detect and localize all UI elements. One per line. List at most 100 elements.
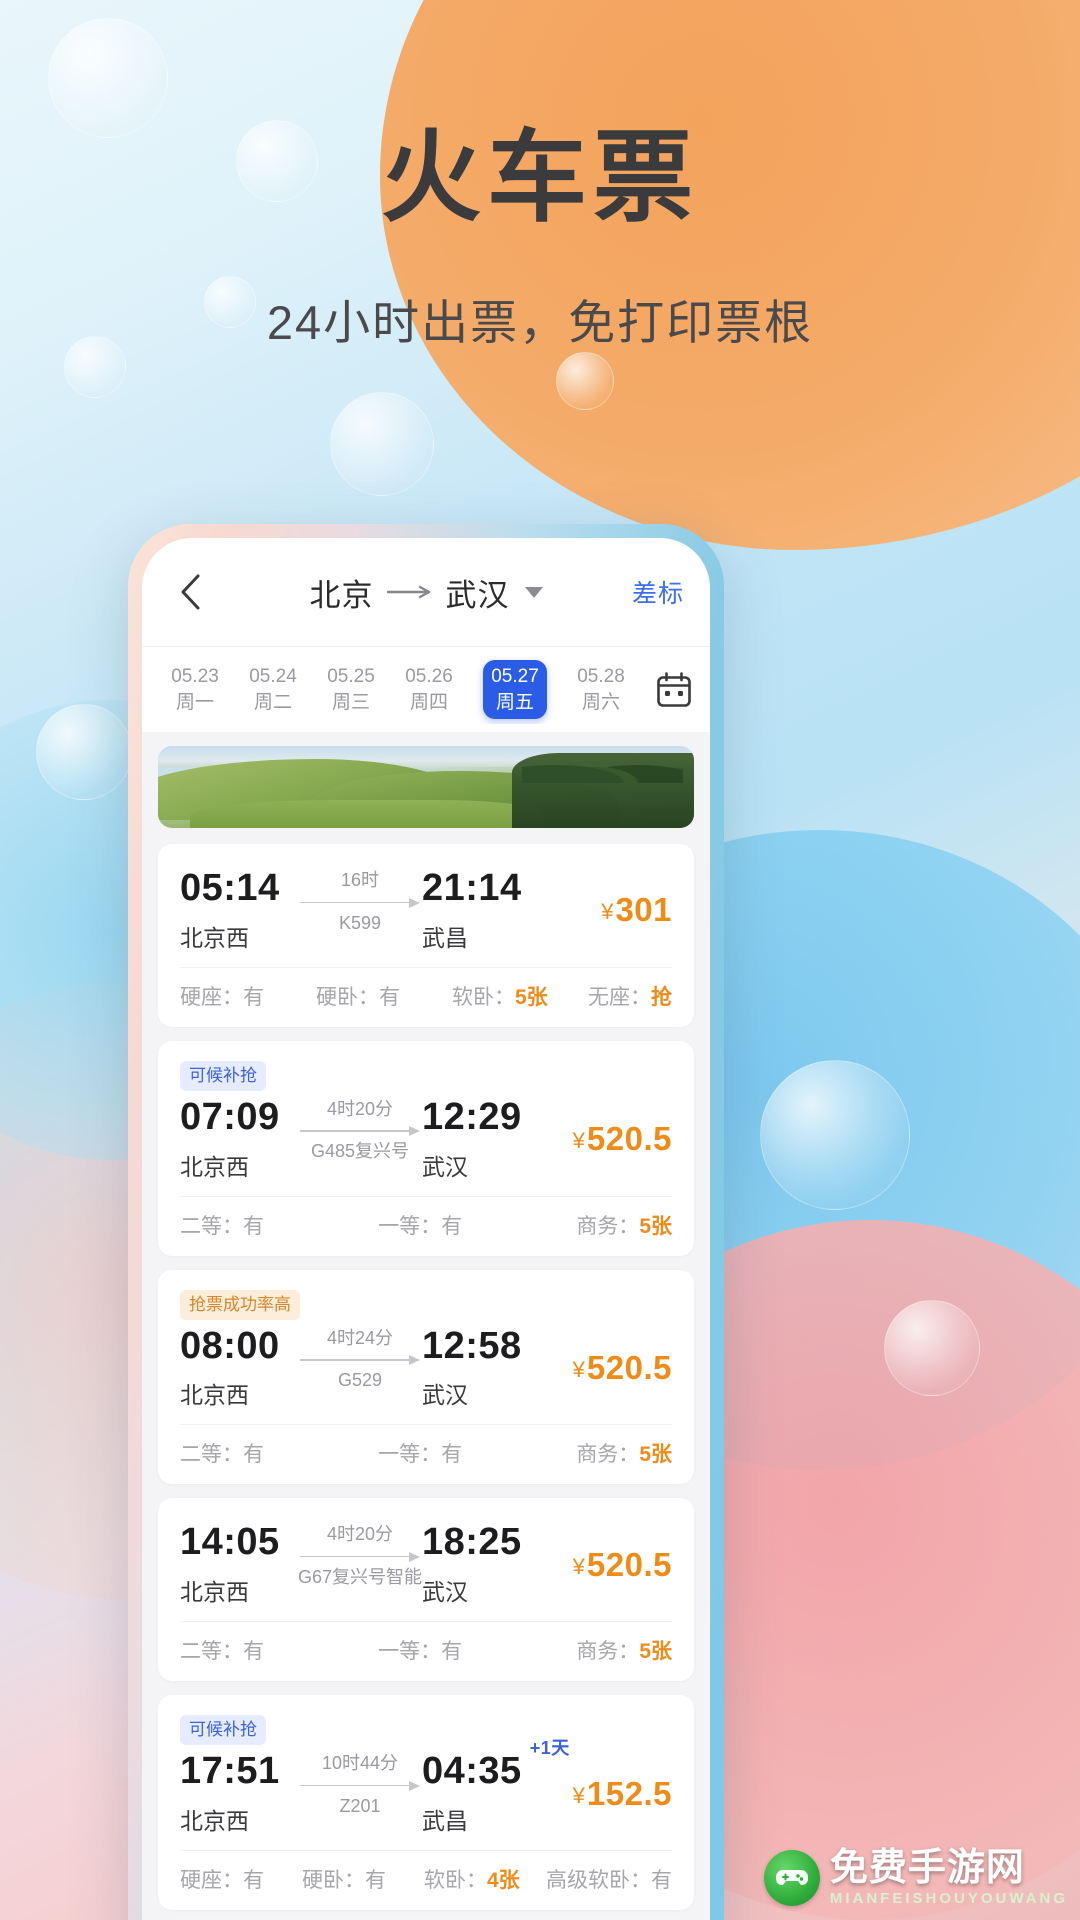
date-tab-selected[interactable]: 05.27 周五 [468,655,562,724]
route-line-icon [298,1353,422,1367]
currency-symbol: ¥ [601,899,614,925]
seat-availability-row: 二等：有 一等：有 商务：5张 [180,1424,672,1468]
seat-item: 二等：有 [180,1635,378,1665]
seat-label: 软卧： [424,1868,487,1892]
train-code: G529 [337,1370,383,1391]
seat-value: 有 [243,1443,264,1467]
train-card[interactable]: 可候补抢 17:51 北京西 10时44分 Z201 04:35+1天 武昌 ¥… [158,1695,694,1910]
arrival-time: 21:14 [422,867,522,909]
arrival-time: 12:58 [422,1324,522,1367]
train-code: G485复兴号 [310,1141,410,1162]
seat-value: 5张 [639,1214,672,1238]
train-main-row: 08:00 北京西 4时24分 G529 12:58 武汉 ¥ 520.5 [180,1324,672,1411]
seat-label: 商务： [576,1640,640,1664]
app-nav-bar: 北京 武汉 差标 [142,538,710,646]
duration: 16时 [340,870,380,890]
train-card[interactable]: 抢票成功率高 08:00 北京西 4时24分 G529 12:58 武汉 ¥ 5… [158,1269,694,1485]
seat-item: 二等：有 [180,1438,378,1468]
departure-station: 北京西 [180,1382,249,1409]
route-line-icon [298,896,422,910]
route-title[interactable]: 北京 武汉 [142,570,710,615]
arrival-station: 武汉 [422,1382,468,1409]
watermark-title: 免费手游网 [829,1847,1025,1889]
price-value: 520.5 [586,1545,672,1583]
seat-item: 商务：5张 [576,1635,672,1665]
seat-item: 硬卧：有 [316,981,452,1011]
back-button[interactable] [168,570,212,614]
train-card[interactable]: 05:14 北京西 16时 K599 21:14 武昌 ¥ 301 硬座：有 硬… [158,844,694,1027]
date-weekday: 周五 [495,691,534,713]
seat-value: 4张 [487,1868,520,1892]
date-tab[interactable]: 05.24 周二 [234,659,312,720]
departure-time: 07:09 [180,1095,280,1138]
watermark-text: 免费手游网 MIANFEISHOUYOUWANG [830,1849,1068,1906]
departure-time: 14:05 [180,1521,280,1564]
train-badge: 抢票成功率高 [180,1289,300,1320]
seat-value: 5张 [639,1443,672,1467]
seat-value: 抢 [651,985,672,1009]
date-weekday: 周一 [175,691,214,713]
arrival-station: 武汉 [422,1579,468,1606]
seat-value: 有 [365,1868,386,1892]
price-value: 152.5 [586,1774,672,1812]
seat-label: 硬卧： [302,1868,365,1892]
seat-value: 5张 [639,1640,672,1664]
date-scroll[interactable]: 05.23 周一 05.24 周二 05.25 周三 05.26 周四 05.2… [156,655,640,724]
arrival-station: 武昌 [422,924,468,951]
travel-standard-button[interactable]: 差标 [632,574,684,610]
journey-block: 10时44分 Z201 [298,1751,422,1817]
date-tab[interactable]: 05.25 周三 [312,659,390,720]
departure-station: 北京西 [180,1579,249,1606]
train-badge: 可候补抢 [180,1715,266,1746]
seat-label: 二等： [180,1214,243,1238]
arrival-station: 武昌 [422,1807,468,1834]
journey-block: 16时 K599 [298,868,422,934]
arrival-block: 18:25 武汉 [422,1522,550,1607]
watermark-subtitle: MIANFEISHOUYOUWANG [829,1890,1068,1907]
banner-field [190,800,544,828]
seat-item: 无座：抢 [588,981,672,1011]
departure-time: 17:51 [180,1750,280,1793]
seat-value: 有 [651,1868,672,1892]
promo-banner[interactable] [158,746,694,828]
arrival-time: 18:25 [422,1521,522,1564]
seat-label: 一等： [378,1640,442,1664]
seat-value: 有 [441,1640,463,1664]
date-weekday: 周三 [331,691,370,713]
price-block: ¥ 520.5 [573,1120,672,1158]
seat-label: 一等： [378,1443,442,1467]
date-tab[interactable]: 05.26 周四 [390,659,468,720]
train-card[interactable]: 14:05 北京西 4时20分 G67复兴号智能 18:25 武汉 ¥ 520.… [158,1498,694,1682]
seat-value: 有 [243,1214,264,1238]
train-main-row: 17:51 北京西 10时44分 Z201 04:35+1天 武昌 ¥ 152.… [180,1738,672,1836]
bubble-decoration [36,704,132,800]
seat-value: 5张 [515,985,548,1009]
date-tab[interactable]: 05.23 周一 [156,659,234,720]
seat-value: 有 [379,985,400,1009]
seat-item: 商务：5张 [576,1210,672,1240]
arrival-block: 12:58 武汉 [422,1324,550,1411]
train-list[interactable]: 05:14 北京西 16时 K599 21:14 武昌 ¥ 301 硬座：有 硬… [142,732,710,1920]
seat-value: 有 [243,985,264,1009]
price-block: ¥ 520.5 [573,1546,672,1584]
date-tab[interactable]: 05.28 周六 [562,659,640,720]
orange-blob [380,0,1080,550]
train-code: K599 [338,912,382,933]
caret-down-icon [524,586,543,598]
currency-symbol: ¥ [572,1128,585,1154]
seat-value: 有 [441,1443,463,1467]
page-title: 火车票 [381,122,699,234]
seat-label: 高级软卧： [546,1868,651,1892]
seat-label: 软卧： [452,985,515,1009]
train-main-row: 14:05 北京西 4时20分 G67复兴号智能 18:25 武汉 ¥ 520.… [180,1522,672,1607]
seat-item: 硬座：有 [180,1864,302,1894]
departure-block: 07:09 北京西 [180,1095,298,1182]
chevron-left-icon [181,574,200,610]
bubble-decoration [330,392,434,496]
origin-city: 北京 [309,577,374,613]
calendar-button[interactable] [646,662,702,718]
route-line-icon [298,1550,422,1564]
train-card[interactable]: 可候补抢 07:09 北京西 4时20分 G485复兴号 12:29 武汉 ¥ … [158,1040,694,1256]
duration: 10时44分 [321,1753,399,1774]
date-selector: 05.23 周一 05.24 周二 05.25 周三 05.26 周四 05.2… [142,646,710,732]
